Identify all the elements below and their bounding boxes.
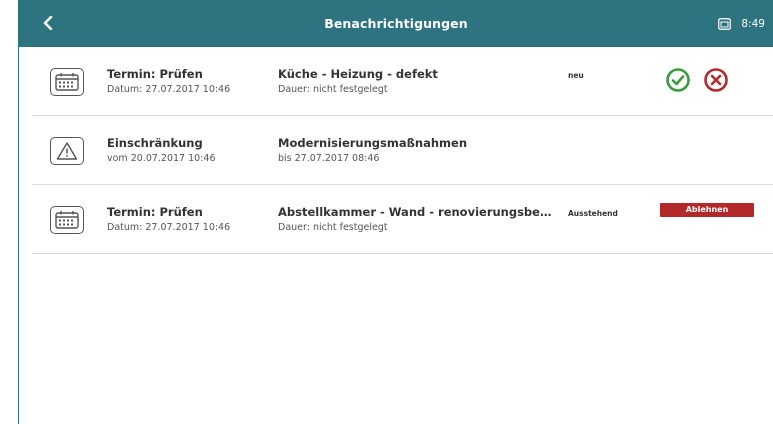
calendar-status-icon bbox=[718, 17, 732, 30]
notification-detail: Küche - Heizung - defekt Dauer: nicht fe… bbox=[278, 67, 554, 97]
clock-time: 8:49 bbox=[741, 17, 765, 30]
page-title: Benachrichtigungen bbox=[324, 16, 468, 31]
notification-list: Termin: Prüfen Datum: 27.07.2017 10:46 K… bbox=[32, 47, 773, 254]
notification-info: Termin: Prüfen Datum: 27.07.2017 10:46 bbox=[107, 67, 267, 97]
status-label: neu bbox=[568, 71, 584, 80]
calendar-icon bbox=[50, 68, 84, 96]
notification-detail: Abstellkammer - Wand - renovierungsbedü…… bbox=[278, 205, 554, 235]
status-area: 8:49 bbox=[718, 0, 765, 47]
reject-button[interactable] bbox=[703, 67, 729, 93]
notification-info: Einschränkung vom 20.07.2017 10:46 bbox=[107, 136, 267, 166]
detail-title: Küche - Heizung - defekt bbox=[278, 67, 438, 81]
notification-date: vom 20.07.2017 10:46 bbox=[107, 153, 216, 164]
notification-title: Termin: Prüfen bbox=[107, 67, 203, 81]
check-circle-icon bbox=[666, 68, 690, 92]
notification-title: Einschränkung bbox=[107, 136, 203, 150]
notification-detail: Modernisierungsmaßnahmen bis 27.07.2017 … bbox=[278, 136, 554, 166]
detail-title: Modernisierungsmaßnahmen bbox=[278, 136, 468, 150]
list-item[interactable]: Termin: Prüfen Datum: 27.07.2017 10:46 K… bbox=[32, 47, 773, 116]
left-border bbox=[18, 0, 19, 424]
notification-info: Termin: Prüfen Datum: 27.07.2017 10:46 bbox=[107, 205, 267, 235]
detail-title: Abstellkammer - Wand - renovierungsbedü… bbox=[278, 205, 554, 219]
top-bar: Benachrichtigungen 8:49 bbox=[19, 0, 773, 47]
notification-date: Datum: 27.07.2017 10:46 bbox=[107, 84, 231, 95]
list-item[interactable]: Termin: Prüfen Datum: 27.07.2017 10:46 A… bbox=[32, 185, 773, 254]
detail-subtitle: Dauer: nicht festgelegt bbox=[278, 222, 388, 233]
decline-button[interactable]: Ablehnen bbox=[660, 203, 754, 217]
app-frame: Benachrichtigungen 8:49 Termin: Prüfen D… bbox=[0, 0, 773, 424]
close-circle-icon bbox=[704, 68, 728, 92]
detail-subtitle: Dauer: nicht festgelegt bbox=[278, 84, 388, 95]
calendar-icon bbox=[50, 206, 84, 234]
notification-date: Datum: 27.07.2017 10:46 bbox=[107, 222, 231, 233]
detail-subtitle: bis 27.07.2017 08:46 bbox=[278, 153, 380, 164]
status-label: Ausstehend bbox=[568, 209, 618, 218]
list-item[interactable]: Einschränkung vom 20.07.2017 10:46 Moder… bbox=[32, 116, 773, 185]
warning-icon bbox=[50, 137, 84, 165]
notification-title: Termin: Prüfen bbox=[107, 205, 203, 219]
accept-button[interactable] bbox=[665, 67, 691, 93]
